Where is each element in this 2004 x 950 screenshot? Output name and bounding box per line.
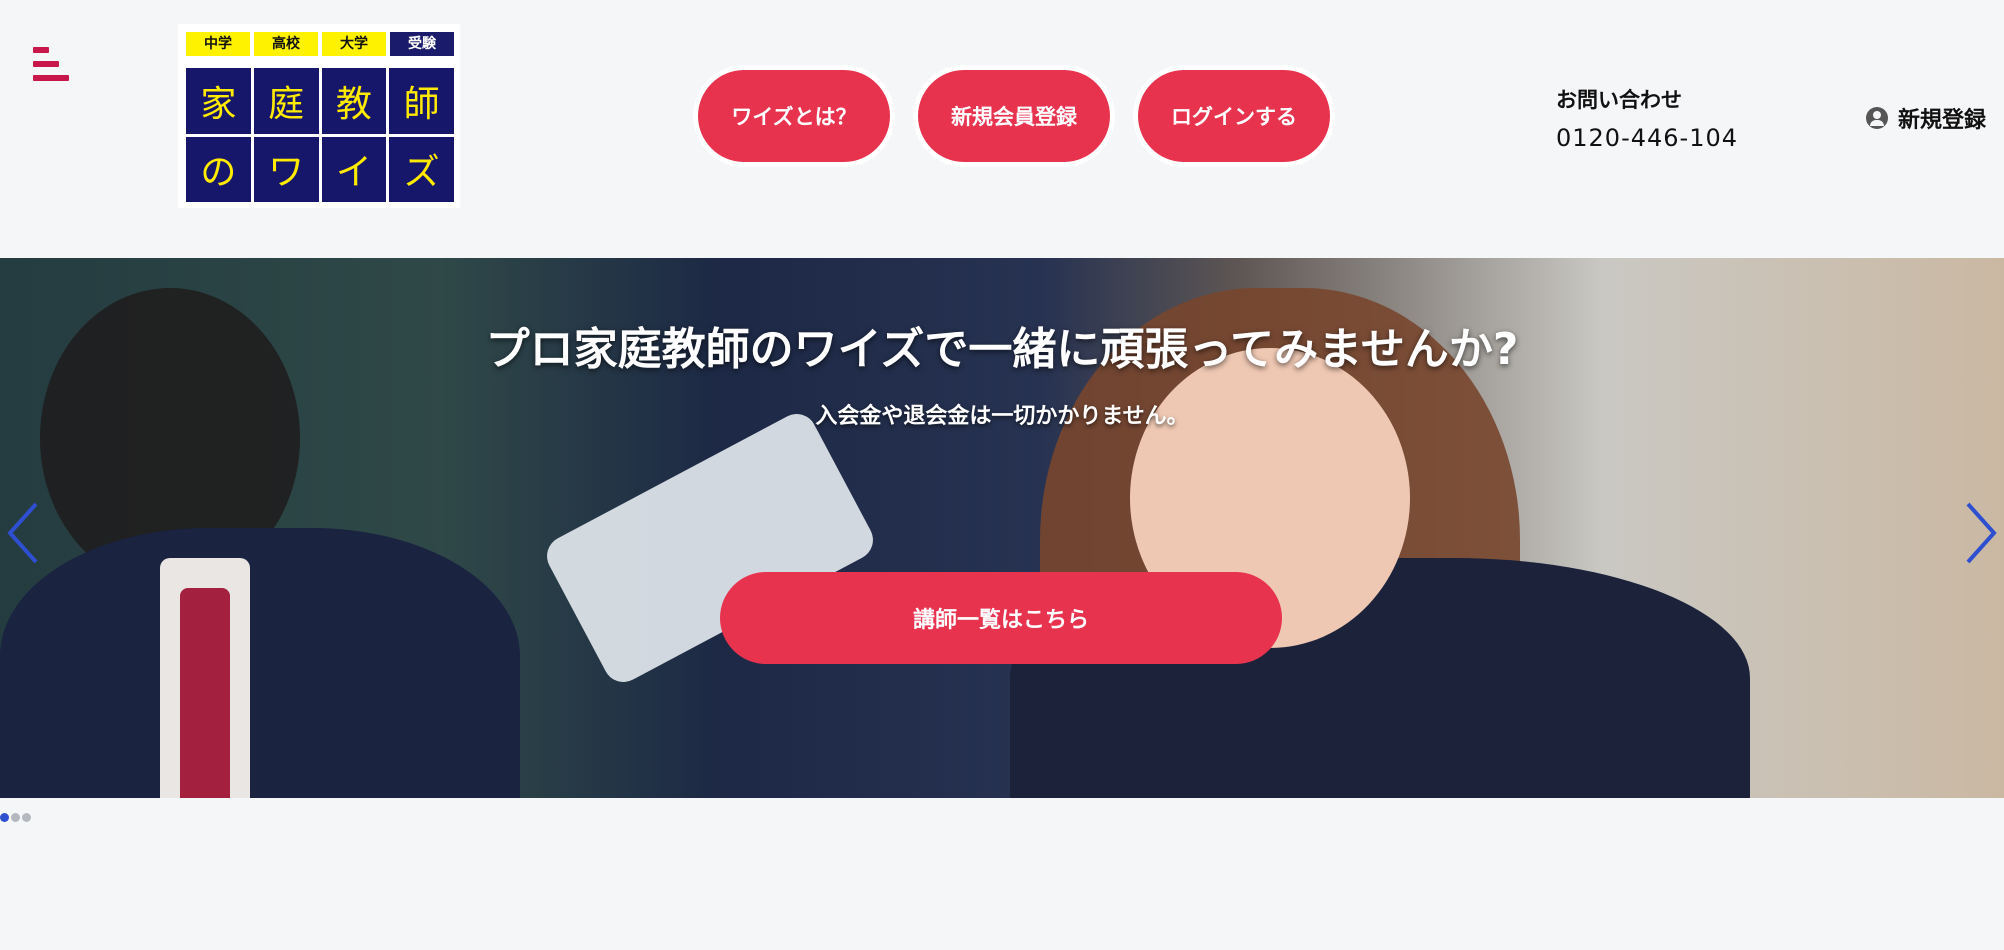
logo-cell: 教 [321, 68, 387, 134]
logo-tag: 高校 [254, 32, 318, 56]
main-nav: ワイズとは？ 新規会員登録 ログインする [698, 70, 1330, 162]
logo-cell: 師 [389, 68, 454, 134]
hero-photo-shape [0, 528, 520, 798]
menu-bar [33, 61, 59, 67]
logo-cell: イ [321, 136, 387, 202]
logo-tag: 大学 [322, 32, 386, 56]
hero-subtitle: 入会金や退会金は一切かかりません。 [815, 404, 1189, 429]
user-icon [1866, 107, 1888, 129]
register-link[interactable]: 新規登録 [1866, 102, 1986, 134]
contact-phone[interactable]: 0120-446-104 [1556, 124, 1738, 152]
logo-cell: の [186, 136, 251, 202]
logo-tags: 中学 高校 大学 受験 [186, 32, 454, 56]
hero-carousel: プロ家庭教師のワイズで一緒に頑張ってみませんか? 入会金や退会金は一切かかりませ… [0, 258, 2004, 798]
site-logo[interactable]: 中学 高校 大学 受験 家 庭 教 師 の ワ イ ズ [178, 24, 460, 208]
logo-cell: 庭 [253, 68, 319, 134]
carousel-dots [0, 813, 31, 822]
contact-label: お問い合わせ [1556, 88, 1682, 112]
carousel-dot[interactable] [0, 813, 9, 822]
carousel-dot[interactable] [22, 813, 31, 822]
carousel-dot[interactable] [11, 813, 20, 822]
logo-cell: ズ [389, 136, 454, 202]
site-header: 中学 高校 大学 受験 家 庭 教 師 の ワ イ ズ ワイズとは？ 新規会員登… [0, 0, 2004, 236]
about-button[interactable]: ワイズとは？ [698, 70, 890, 162]
contact-info: お問い合わせ 0120-446-104 [1556, 84, 1738, 152]
logo-tag: 受験 [390, 32, 454, 56]
login-button[interactable]: ログインする [1138, 70, 1330, 162]
register-label: 新規登録 [1898, 108, 1987, 133]
chevron-right-icon[interactable] [1960, 498, 2000, 568]
chevron-left-icon[interactable] [4, 498, 44, 568]
menu-bar [33, 75, 69, 81]
menu-bar [33, 47, 49, 53]
signup-member-button[interactable]: 新規会員登録 [918, 70, 1110, 162]
hamburger-icon[interactable] [33, 47, 71, 85]
logo-grid: 家 庭 教 師 の ワ イ ズ [186, 68, 454, 202]
hero-title: プロ家庭教師のワイズで一緒に頑張ってみませんか? [485, 324, 1519, 375]
hero-photo-shape [180, 588, 230, 798]
logo-tag: 中学 [186, 32, 250, 56]
logo-cell: 家 [186, 68, 251, 134]
teacher-list-button[interactable]: 講師一覧はこちら [720, 572, 1282, 664]
logo-cell: ワ [253, 136, 319, 202]
